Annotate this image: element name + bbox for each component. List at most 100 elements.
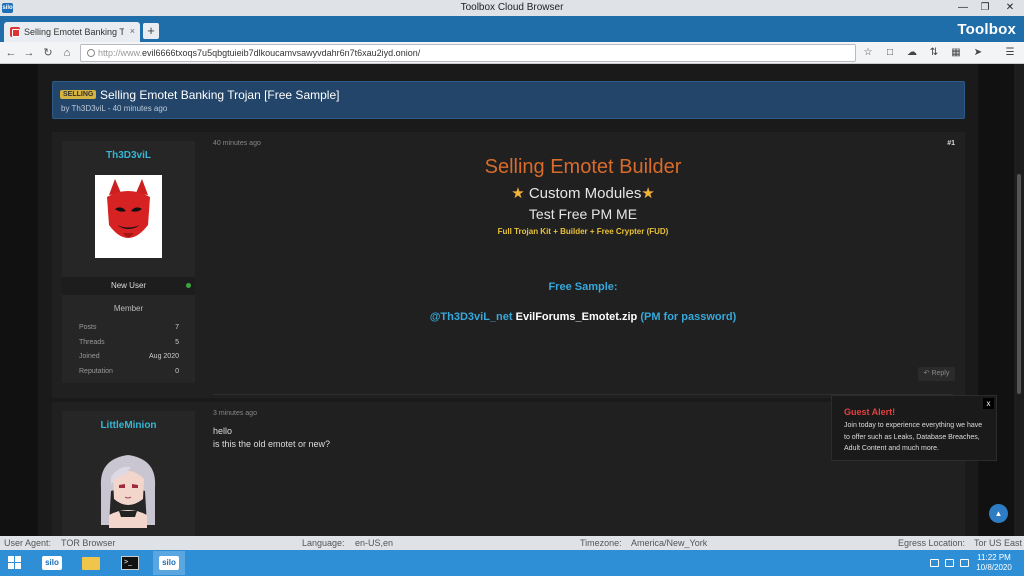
free-sample-label: Free Sample:: [548, 281, 618, 293]
window-title: Toolbox Cloud Browser: [460, 2, 564, 13]
online-status-icon: [186, 283, 191, 288]
windows-logo-icon: [8, 556, 22, 570]
home-icon[interactable]: ⌂: [59, 45, 75, 61]
taskbar-clock[interactable]: 11:22 PM 10/8/2020: [972, 553, 1016, 573]
taskbar-silo-app[interactable]: silo: [36, 551, 68, 575]
info-icon: [87, 49, 95, 57]
guest-alert-body: Join today to experience everything we h…: [844, 422, 983, 452]
star-icon: ★: [511, 185, 525, 202]
guest-alert: Guest Alert! Join today to experience ev…: [831, 395, 997, 461]
page-scrollbar[interactable]: [1014, 64, 1024, 536]
taskbar-file-explorer[interactable]: [75, 551, 107, 575]
post-heading: Selling Emotet Builder: [484, 156, 682, 178]
user-panel: LittleMinion: [62, 411, 195, 536]
folder-icon: [82, 557, 100, 570]
selling-badge: SELLING: [60, 90, 97, 99]
post-modules: ★ Custom Modules★: [511, 185, 655, 202]
forward-arrow-icon[interactable]: →: [21, 45, 37, 61]
taskbar-silo-app-active[interactable]: silo: [153, 551, 185, 575]
taskbar: silo >_ silo 11:22 PM 10/8/2020: [0, 550, 1024, 576]
forum-container: SELLING Selling Emotet Banking Trojan [F…: [38, 64, 978, 536]
sample-file: EvilForums_Emotet.zip: [515, 311, 638, 323]
sample-handle-link[interactable]: @Th3D3viL_net: [430, 311, 513, 323]
transfer-icon[interactable]: ⇅: [927, 46, 941, 60]
post-text-line: is this the old emotet or new?: [213, 439, 331, 449]
reply-button[interactable]: ↶ Reply: [918, 367, 955, 381]
tab-active[interactable]: Selling Emotet Banking T ×: [4, 22, 140, 42]
taskbar-terminal[interactable]: >_: [114, 551, 146, 575]
star-icon[interactable]: ☆: [861, 46, 875, 60]
stat-reputation: Reputation 0: [79, 368, 179, 375]
tab-label: Selling Emotet Banking T: [24, 27, 124, 37]
reply-icon: ↶: [923, 370, 930, 377]
toolbox-brand: Toolbox: [957, 21, 1016, 38]
back-arrow-icon[interactable]: ←: [3, 45, 19, 61]
terminal-icon: >_: [121, 556, 139, 570]
close-window-button[interactable]: ✕: [996, 0, 1024, 16]
user-agent-label: User Agent:: [4, 538, 52, 548]
anime-avatar-icon: [100, 455, 156, 528]
thread-title: Selling Emotet Banking Trojan [Free Samp…: [100, 88, 340, 102]
cloud-icon[interactable]: ☁: [905, 46, 919, 60]
avatar[interactable]: [95, 175, 162, 258]
reload-icon[interactable]: ↻: [40, 45, 56, 61]
post-kit: Full Trojan Kit + Builder + Free Crypter…: [497, 227, 669, 236]
silo-icon: silo: [42, 556, 62, 570]
thread-meta: by Th3D3viL - 40 minutes ago: [61, 104, 168, 113]
sample-pm-note: (PM for password): [640, 311, 737, 323]
clock-time: 11:22 PM: [977, 553, 1011, 562]
post-text-line: hello: [213, 426, 233, 436]
username-link[interactable]: Th3D3viL: [62, 150, 195, 161]
tray-network-icon[interactable]: [930, 559, 939, 567]
egress-label: Egress Location:: [898, 538, 966, 548]
tray-display-icon[interactable]: [945, 559, 954, 567]
guest-alert-title: Guest Alert!: [844, 407, 896, 417]
address-bar[interactable]: http://www.evil6666txoqs7u5qbgtuieib7dlk…: [80, 44, 856, 62]
menu-icon[interactable]: ☰: [1003, 46, 1017, 60]
username-link[interactable]: LittleMinion: [62, 420, 195, 431]
star-icon: ★: [641, 185, 655, 202]
tray-volume-icon[interactable]: [960, 559, 969, 567]
post-time: 3 minutes ago: [213, 410, 257, 417]
timezone-label: Timezone:: [580, 538, 622, 548]
egress-value: Tor US East: [974, 538, 1023, 548]
guest-alert-close-button[interactable]: x: [983, 398, 994, 409]
bookmark-icon[interactable]: □: [883, 46, 897, 60]
start-button[interactable]: [0, 551, 32, 575]
post-number-link[interactable]: #1: [947, 140, 955, 147]
user-group: Member: [113, 304, 144, 313]
stat-posts: Posts 7: [79, 324, 179, 331]
stat-threads: Threads 5: [79, 339, 179, 346]
minimize-button[interactable]: —: [952, 0, 974, 16]
scroll-to-top-button[interactable]: ▲: [989, 504, 1008, 523]
page-content: SELLING Selling Emotet Banking Trojan [F…: [0, 64, 1024, 536]
avatar[interactable]: [95, 445, 162, 528]
sample-link-line: @Th3D3viL_net EvilForums_Emotet.zip (PM …: [213, 311, 953, 323]
post-test: Test Free PM ME: [528, 206, 638, 222]
post: LittleMinion 3 minutes ago #2 h: [52, 402, 965, 536]
window-titlebar: silo Toolbox Cloud Browser — ❐ ✕: [0, 0, 1024, 16]
user-panel: Th3D3viL New User Member Posts 7 Threads…: [62, 141, 195, 383]
language-label: Language:: [302, 538, 345, 548]
scrollbar-thumb[interactable]: [1017, 174, 1021, 394]
tab-close-button[interactable]: ×: [130, 26, 135, 36]
site-favicon-icon: [10, 27, 20, 37]
share-icon[interactable]: ➤: [971, 46, 985, 60]
user-rank-bar: New User: [62, 277, 195, 295]
address-url: http://www.evil6666txoqs7u5qbgtuieib7dlk…: [98, 48, 421, 58]
new-tab-button[interactable]: +: [143, 23, 159, 39]
thread-header: SELLING Selling Emotet Banking Trojan [F…: [52, 81, 965, 119]
maximize-button[interactable]: ❐: [974, 0, 996, 16]
post-time: 40 minutes ago: [213, 140, 261, 147]
devil-mask-icon: [107, 179, 150, 238]
session-status-bar: User Agent: TOR Browser Language: en-US,…: [0, 536, 1024, 550]
user-rank: New User: [110, 281, 147, 290]
silo-icon: silo: [159, 556, 179, 570]
nav-bar: ← → ↻ ⌂ http://www.evil6666txoqs7u5qbgtu…: [0, 42, 1024, 64]
language-value: en-US,en: [355, 538, 394, 548]
extension-icon[interactable]: ▦: [949, 46, 963, 60]
timezone-value: America/New_York: [631, 538, 708, 548]
clock-date: 10/8/2020: [976, 563, 1012, 572]
user-agent-value: TOR Browser: [61, 538, 116, 548]
tab-strip: Selling Emotet Banking T × + Toolbox: [0, 16, 1024, 42]
